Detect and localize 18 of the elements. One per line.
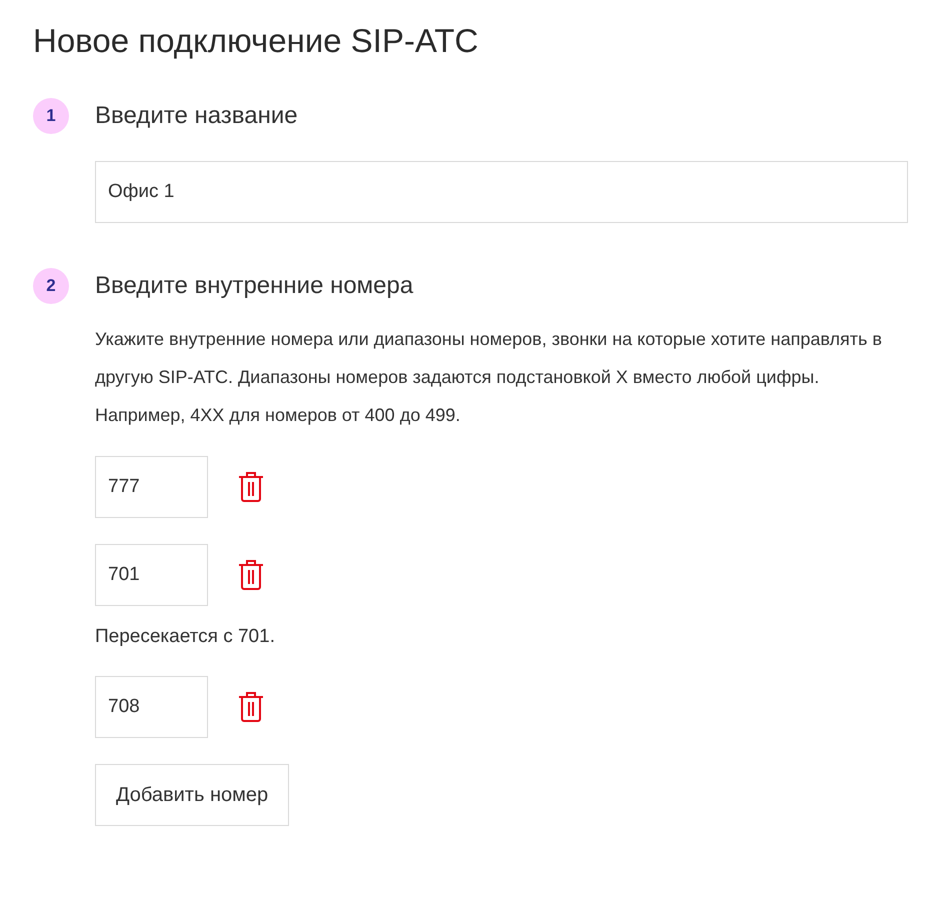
trash-icon: [238, 691, 264, 723]
delete-button[interactable]: [238, 559, 264, 591]
step-number: 2: [33, 268, 69, 304]
number-field[interactable]: 777: [95, 456, 208, 518]
page-title: Новое подключение SIP-АТС: [33, 21, 480, 61]
error-message: Пересекается с 701.: [95, 626, 275, 648]
number-field[interactable]: 708: [95, 676, 208, 738]
trash-icon: [238, 559, 264, 591]
step-description: Укажите внутренние номера или диапазоны номеров, звонки на которые хотите направлять в другую SIP-АТС. Диапазоны номеров задаются подстановкой X вместо любой цифры. Например, 4XX для номеров от 400 до 499.: [95, 328, 883, 427]
delete-button[interactable]: [238, 471, 264, 503]
number-field[interactable]: 701: [95, 544, 208, 606]
delete-button[interactable]: [238, 691, 264, 723]
name-field[interactable]: Офис 1: [95, 161, 908, 223]
step-heading: Введите название: [95, 102, 298, 130]
step-number: 1: [33, 98, 69, 134]
trash-icon: [238, 471, 264, 503]
step-heading: Введите внутренние номера: [95, 272, 414, 300]
add-number-button[interactable]: Добавить номер: [95, 764, 290, 826]
